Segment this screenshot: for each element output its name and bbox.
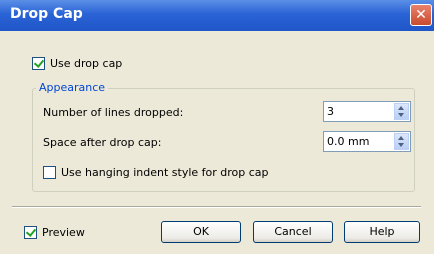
spin-up-icon[interactable] — [398, 136, 404, 140]
lines-dropped-value[interactable]: 3 — [327, 105, 334, 118]
use-drop-cap-checkbox[interactable] — [32, 57, 45, 70]
lines-dropped-label: Number of lines dropped: — [43, 106, 184, 119]
footer-separator — [12, 206, 421, 208]
cancel-button[interactable]: Cancel — [253, 221, 333, 243]
window-title: Drop Cap — [10, 6, 83, 22]
title-bar: Drop Cap ✕ — [0, 0, 434, 31]
drop-cap-dialog: Drop Cap ✕ Use drop cap Appearance Numbe… — [0, 0, 434, 254]
close-button[interactable]: ✕ — [410, 4, 432, 26]
space-after-spin-buttons[interactable] — [394, 133, 409, 150]
use-drop-cap-label[interactable]: Use drop cap — [50, 57, 122, 70]
lines-dropped-spinner[interactable]: 3 — [323, 101, 411, 122]
hanging-indent-label[interactable]: Use hanging indent style for drop cap — [61, 166, 269, 179]
spin-up-icon[interactable] — [398, 106, 404, 110]
space-after-value[interactable]: 0.0 mm — [327, 135, 369, 148]
appearance-group-title: Appearance — [36, 81, 109, 94]
spin-down-icon[interactable] — [398, 143, 404, 147]
close-icon: ✕ — [415, 7, 427, 23]
preview-checkbox[interactable] — [24, 226, 37, 239]
space-after-label: Space after drop cap: — [43, 136, 162, 149]
spin-down-icon[interactable] — [398, 113, 404, 117]
lines-dropped-spin-buttons[interactable] — [394, 103, 409, 120]
help-button[interactable]: Help — [344, 221, 420, 243]
space-after-spinner[interactable]: 0.0 mm — [323, 131, 411, 152]
ok-button[interactable]: OK — [161, 221, 241, 243]
preview-label[interactable]: Preview — [42, 226, 85, 239]
hanging-indent-checkbox[interactable] — [43, 166, 56, 179]
